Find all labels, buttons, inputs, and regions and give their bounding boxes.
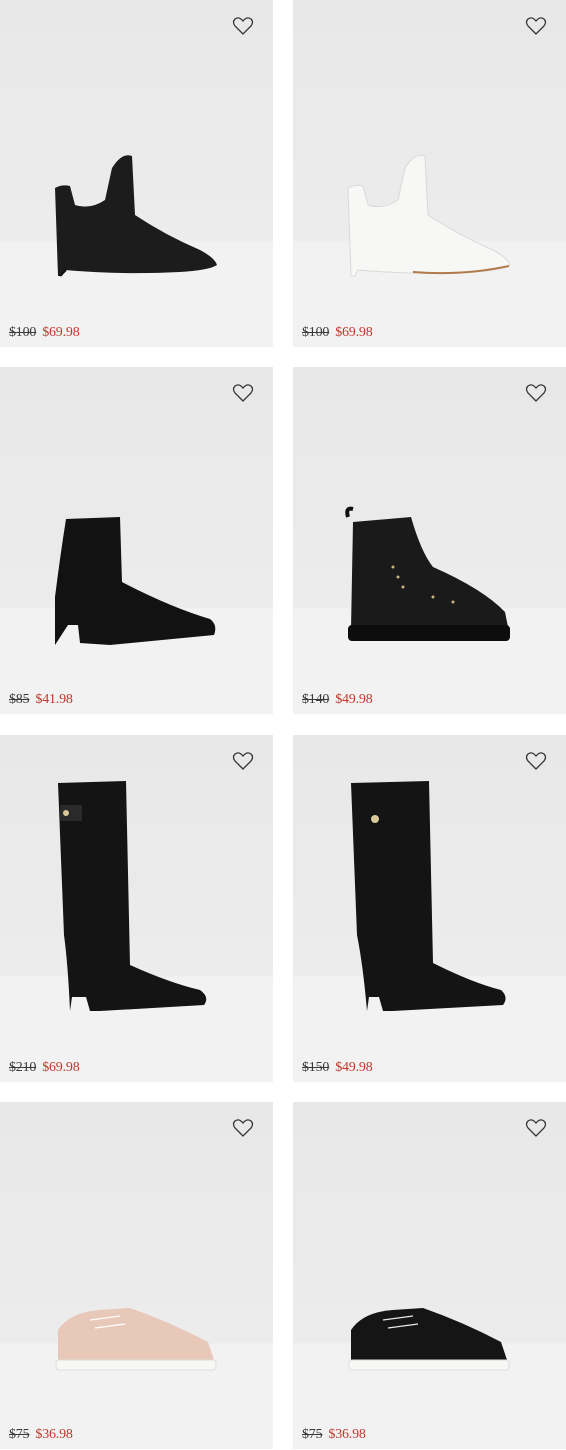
product-image[interactable]: [0, 0, 273, 347]
wishlist-heart-icon[interactable]: [231, 749, 255, 773]
sale-price: $49.98: [335, 692, 373, 707]
product-card[interactable]: $85 $41.98: [0, 367, 273, 714]
original-price: $75: [9, 1427, 30, 1442]
original-price: $85: [9, 692, 30, 707]
sale-price: $69.98: [42, 1060, 80, 1075]
original-price: $210: [9, 1060, 37, 1075]
price: $140 $49.98: [302, 692, 373, 708]
price: $150 $49.98: [302, 1060, 373, 1076]
wishlist-heart-icon[interactable]: [231, 1116, 255, 1140]
sale-price: $69.98: [335, 325, 373, 340]
product-card[interactable]: $100 $69.98: [293, 0, 566, 347]
product-card[interactable]: $140 $49.98: [293, 367, 566, 714]
product-card[interactable]: $75 $36.98: [293, 1102, 566, 1449]
product-image[interactable]: [293, 1102, 566, 1449]
sale-price: $41.98: [35, 692, 73, 707]
price: $75 $36.98: [9, 1427, 73, 1443]
sale-price: $36.98: [35, 1427, 73, 1442]
wishlist-heart-icon[interactable]: [231, 381, 255, 405]
wishlist-heart-icon[interactable]: [524, 749, 548, 773]
price: $100 $69.98: [9, 325, 80, 341]
sale-price: $49.98: [335, 1060, 373, 1075]
price: $85 $41.98: [9, 692, 73, 708]
product-image[interactable]: [0, 367, 273, 714]
price: $210 $69.98: [9, 1060, 80, 1076]
original-price: $100: [302, 325, 330, 340]
product-card[interactable]: $100 $69.98: [0, 0, 273, 347]
wishlist-heart-icon[interactable]: [524, 14, 548, 38]
price: $75 $36.98: [302, 1427, 366, 1443]
wishlist-heart-icon[interactable]: [524, 1116, 548, 1140]
wishlist-heart-icon[interactable]: [524, 381, 548, 405]
product-image[interactable]: [293, 367, 566, 714]
product-grid: $100 $69.98 $100 $69.98 $85 $41.98 $140 …: [0, 0, 566, 1450]
price: $100 $69.98: [302, 325, 373, 341]
product-image[interactable]: [293, 0, 566, 347]
original-price: $140: [302, 692, 330, 707]
product-card[interactable]: $210 $69.98: [0, 735, 273, 1082]
product-card[interactable]: $150 $49.98: [293, 735, 566, 1082]
sale-price: $69.98: [42, 325, 80, 340]
sale-price: $36.98: [328, 1427, 366, 1442]
product-image[interactable]: [0, 735, 273, 1082]
product-image[interactable]: [293, 735, 566, 1082]
original-price: $75: [302, 1427, 323, 1442]
product-card[interactable]: $75 $36.98: [0, 1102, 273, 1449]
product-image[interactable]: [0, 1102, 273, 1449]
wishlist-heart-icon[interactable]: [231, 14, 255, 38]
original-price: $100: [9, 325, 37, 340]
original-price: $150: [302, 1060, 330, 1075]
